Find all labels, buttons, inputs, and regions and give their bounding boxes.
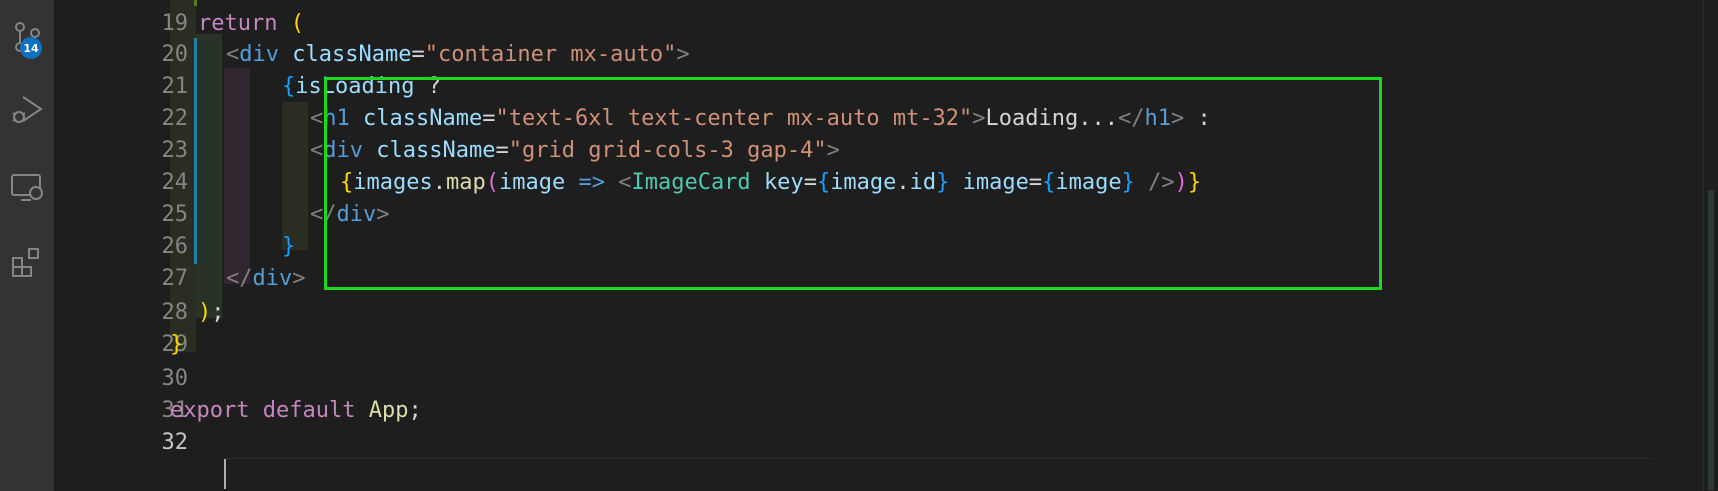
scrollbar-thumb[interactable] [1708, 190, 1714, 490]
token: ; [408, 398, 422, 423]
line-number: 25 [161, 202, 189, 227]
gutter-modified-mark [194, 70, 197, 104]
token: App [368, 398, 409, 423]
token: "container mx-auto" [424, 42, 677, 67]
source-control-badge: 14 [20, 37, 42, 59]
line-number: 28 [161, 300, 189, 325]
line-number: 20 [161, 42, 189, 67]
current-line-border [224, 458, 1654, 459]
token: ) [198, 300, 212, 325]
token: ( [290, 11, 304, 36]
line-number: 26 [161, 234, 189, 259]
line-number: 24 [161, 170, 189, 195]
code-line[interactable]: 20 <div className="container mx-auto"> [54, 38, 1718, 72]
token: ; [211, 300, 225, 325]
token: < [310, 138, 324, 163]
remote-explorer-icon[interactable] [0, 160, 54, 214]
code-line[interactable]: 28 ); [54, 296, 1718, 330]
code-line[interactable]: 29 } [54, 328, 1718, 362]
activity-bar: 14 [0, 0, 54, 491]
code-line[interactable]: 31 export default App; [54, 394, 1718, 428]
token: div [252, 266, 293, 291]
line-number: 21 [161, 74, 189, 99]
vertical-scrollbar[interactable] [1703, 0, 1718, 491]
token: div [239, 42, 279, 67]
highlight-box [324, 77, 1382, 290]
gutter-modified-mark [194, 38, 197, 72]
gutter-modified-mark [194, 230, 197, 264]
token: > [292, 266, 306, 291]
gutter-modified-mark [194, 102, 197, 136]
token: default [262, 398, 356, 423]
token: = [411, 42, 425, 67]
line-number: 27 [161, 266, 189, 291]
run-debug-icon[interactable] [0, 82, 54, 136]
gutter-modified-mark [194, 134, 197, 168]
token: < [310, 106, 324, 131]
token: } [282, 234, 296, 259]
token: return [198, 11, 278, 36]
extensions-icon[interactable] [0, 236, 54, 290]
token: } [170, 332, 184, 357]
code-editor[interactable]: 19 return ( 20 <div className="container… [54, 0, 1718, 491]
gutter-added-mark [194, 0, 197, 6]
token: export [170, 398, 250, 423]
line-number: 22 [161, 106, 189, 131]
code-line[interactable]: 19 return ( [54, 7, 1718, 41]
token: className [292, 42, 412, 67]
gutter-modified-mark [194, 198, 197, 232]
token: </ [226, 266, 253, 291]
token: { [282, 74, 296, 99]
line-number: 23 [161, 138, 189, 163]
line-number: 30 [161, 366, 189, 391]
code-line-current[interactable]: 32 [54, 426, 1718, 460]
line-number: 32 [161, 430, 189, 455]
text-caret [224, 459, 226, 489]
line-number: 19 [161, 11, 189, 36]
code-line[interactable]: 30 [54, 362, 1718, 396]
token: > [676, 42, 690, 67]
token: < [226, 42, 240, 67]
gutter-modified-mark [194, 166, 197, 200]
